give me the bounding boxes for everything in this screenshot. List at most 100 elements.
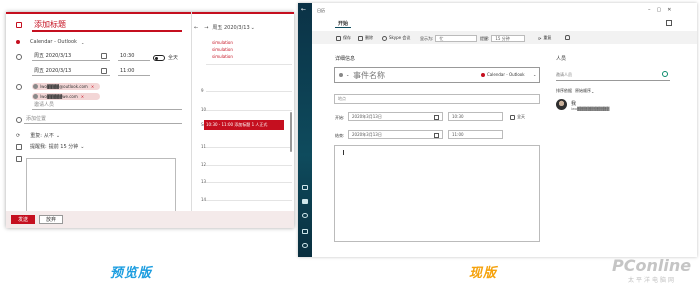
reminder-label: 提醒我: xyxy=(30,144,47,150)
reminder-select[interactable]: 15 分钟 xyxy=(491,35,526,42)
location-input[interactable]: 添加位置 xyxy=(24,114,182,124)
watermark-subtitle: 太平洋电脑网 xyxy=(628,277,677,284)
location-input[interactable]: 地点 xyxy=(334,94,540,104)
event-marker[interactable]: simulation xyxy=(212,47,233,52)
repeat-icon: ⟳ xyxy=(16,132,21,139)
calendar-name: Calendar - Outlook xyxy=(30,39,77,45)
calendar-color-dot xyxy=(16,40,20,44)
repeat-icon: ⟳ xyxy=(538,35,542,41)
attendee-chip-1[interactable]: lwo▓▓▓▓@outlook.com × xyxy=(32,83,100,90)
show-as-select[interactable]: 忙 xyxy=(435,35,478,42)
chevron-down-icon: ⌄ xyxy=(80,143,85,150)
tab-start[interactable]: 开始 xyxy=(338,20,348,27)
start-date-field[interactable]: 2020年3月13日 xyxy=(348,112,443,121)
event-title-input[interactable]: 添加标题 xyxy=(32,18,182,32)
tab-underline xyxy=(335,27,351,28)
clock-icon-wrap xyxy=(16,54,22,60)
private-lock-icon[interactable] xyxy=(565,35,572,40)
repeat-row[interactable]: ⟳ 重复: 从不 ⌄ xyxy=(16,132,60,140)
hour-line xyxy=(206,147,292,148)
bell-icon xyxy=(16,143,22,150)
repeat-value[interactable]: 从不 xyxy=(44,132,54,139)
calendar-picker-icon-2[interactable] xyxy=(101,68,107,74)
arrow-left-icon[interactable]: ← xyxy=(194,25,198,31)
close-icon[interactable]: × xyxy=(91,84,94,89)
calendar-color-dot xyxy=(339,73,343,77)
people-icon[interactable] xyxy=(302,213,308,218)
invite-input[interactable]: 邀请人员 xyxy=(556,69,670,81)
all-day-toggle[interactable] xyxy=(153,54,165,61)
accent-bar xyxy=(6,12,294,14)
all-day-toggle-row[interactable]: 全天 xyxy=(153,54,178,61)
event-name-box[interactable]: ⌄ 事件名称 Calendar - Outlook ⌄ xyxy=(334,67,540,83)
hour-line xyxy=(206,64,292,65)
people-heading: 人员 xyxy=(556,56,567,62)
discard-button[interactable]: 放弃 xyxy=(39,215,63,224)
start-time-field[interactable]: 10:30 xyxy=(118,51,150,61)
day-nav-date[interactable]: 周五 2020/3/13 xyxy=(212,24,249,31)
arrow-right-icon[interactable]: → xyxy=(204,25,208,31)
reminder-row[interactable]: 提醒我: 提前 15 分钟 ⌄ xyxy=(16,143,84,150)
chevron-down-icon: ⌄ xyxy=(80,39,85,45)
scrollbar[interactable] xyxy=(290,112,292,152)
end-label: 结束: xyxy=(335,133,345,138)
start-date-field[interactable]: 周五 2020/3/13 xyxy=(32,51,110,61)
save-icon xyxy=(336,35,341,41)
feedback-icon[interactable] xyxy=(302,229,308,234)
all-day-label: 全天 xyxy=(168,55,179,61)
person-email: lwo▓▓▓▓▓▓▓▓▓▓▓▓ xyxy=(571,107,610,111)
send-button[interactable]: 发送 xyxy=(11,215,35,224)
chevron-down-icon: ⌄ xyxy=(533,72,537,77)
notes-icon-wrap xyxy=(16,156,22,162)
start-label: 开始: xyxy=(335,115,345,120)
calendar-picker-icon[interactable] xyxy=(101,53,107,59)
calendar-name[interactable]: Calendar - Outlook xyxy=(487,72,525,77)
hour-label: 9 xyxy=(201,88,204,93)
current-caption: 现版 xyxy=(469,266,498,281)
event-marker[interactable]: simulation xyxy=(212,40,233,45)
location-icon-wrap xyxy=(16,117,22,123)
add-person-icon[interactable] xyxy=(662,71,668,77)
sort-select[interactable]: 原始顺序 xyxy=(575,88,591,94)
avatar xyxy=(33,84,38,89)
all-day-checkbox[interactable]: 全天 xyxy=(510,114,525,120)
notes-textarea[interactable] xyxy=(334,145,540,242)
chevron-down-icon[interactable]: ⌄ xyxy=(346,72,349,77)
notes-icon xyxy=(16,156,22,162)
repeat-button[interactable]: ⟳ 重复 xyxy=(538,35,551,41)
reminder-value[interactable]: 提前 15 分钟 xyxy=(49,143,79,150)
end-time-field[interactable]: 11:00 xyxy=(448,130,503,139)
clock-icon xyxy=(16,54,22,60)
end-time-field[interactable]: 11:00 xyxy=(118,66,150,76)
attendee-chip-2[interactable]: lwo▓▓▓▓▓we.com × xyxy=(32,93,100,100)
end-date-field[interactable]: 周五 2020/3/13 xyxy=(32,66,110,76)
skype-button[interactable]: Skype 会议 xyxy=(382,35,410,41)
title-row xyxy=(16,22,22,28)
calendar-color-dot xyxy=(481,73,485,77)
invite-input[interactable]: 邀请人员 xyxy=(32,100,182,110)
notes-textarea[interactable] xyxy=(26,158,176,216)
save-button[interactable]: 保存 xyxy=(336,35,351,41)
event-name-input[interactable]: 事件名称 xyxy=(353,70,385,81)
back-arrow-icon[interactable]: ← xyxy=(301,6,306,13)
close-icon[interactable]: × xyxy=(81,94,84,99)
start-time-field[interactable]: 10:30 xyxy=(448,112,503,121)
window-controls[interactable]: –▢✕ xyxy=(648,7,677,13)
calendar-row[interactable]: Calendar - Outlook ⌄ xyxy=(16,39,84,45)
preview-caption: 预览版 xyxy=(110,266,153,281)
calendar-icon[interactable] xyxy=(302,199,308,204)
end-date-field[interactable]: 2020年3月13日 xyxy=(348,130,443,139)
popout-icon[interactable] xyxy=(666,20,672,26)
sidebar: ← xyxy=(298,3,312,257)
event-marker[interactable]: simulation xyxy=(212,54,233,59)
event-block[interactable]: 10:30 - 11:00 添加标题 1 人正式 xyxy=(204,120,284,130)
delete-button[interactable]: 删除 xyxy=(358,35,373,41)
calendar-picker-icon xyxy=(434,115,439,120)
avatar xyxy=(33,94,38,99)
gear-icon[interactable] xyxy=(302,243,308,248)
mail-icon[interactable] xyxy=(302,185,308,190)
chevron-down-icon: ⌄ xyxy=(250,24,255,31)
person-icon-wrap xyxy=(16,84,22,90)
current-event-window: ← 日历 –▢✕ 开始 保存 删除 Skype 会议 显示为: 忙 提醒: 15… xyxy=(298,3,697,257)
person-icon xyxy=(16,84,22,90)
